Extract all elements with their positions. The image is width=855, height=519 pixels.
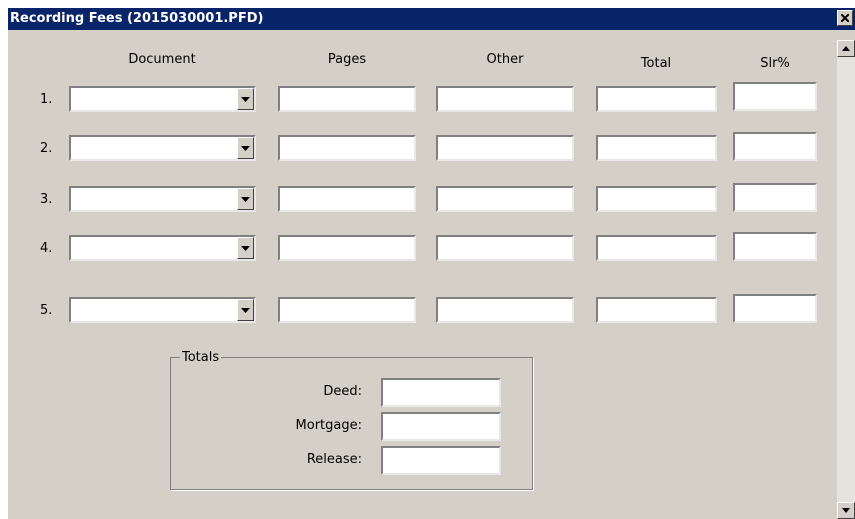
slr-percent-field-3[interactable] (733, 183, 817, 212)
total-field-5[interactable] (596, 297, 717, 323)
slr-percent-field-5[interactable] (733, 294, 817, 323)
column-header-other: Other (486, 52, 524, 67)
document-select-2[interactable] (69, 135, 256, 161)
scroll-up-button[interactable] (837, 40, 855, 57)
total-field-4[interactable] (596, 235, 717, 261)
total-field-1[interactable] (596, 86, 717, 112)
other-field-1[interactable] (436, 86, 574, 112)
arrow-down-icon (842, 508, 850, 513)
scroll-down-button[interactable] (837, 502, 855, 519)
totals-group: Totals Deed: Mortgage: Release: (170, 350, 533, 490)
slr-percent-field-2[interactable] (733, 132, 817, 161)
slr-percent-field-4[interactable] (733, 232, 817, 261)
column-header-slr-percent: Slr% (760, 56, 790, 71)
pages-field-3[interactable] (278, 186, 416, 212)
deed-total-field[interactable] (381, 378, 501, 407)
other-field-2[interactable] (436, 135, 574, 161)
release-label: Release: (306, 452, 362, 467)
slr-percent-field-1[interactable] (733, 82, 817, 111)
dropdown-button[interactable] (237, 137, 254, 159)
pages-field-5[interactable] (278, 297, 416, 323)
recording-fees-window: Recording Fees (2015030001.PFD) Document… (8, 8, 855, 519)
close-button[interactable] (837, 10, 853, 26)
row-number: 4. (40, 241, 53, 256)
chevron-down-icon (241, 97, 250, 102)
column-header-pages: Pages (327, 52, 367, 67)
row-number: 1. (40, 92, 53, 107)
window-title: Recording Fees (2015030001.PFD) (10, 11, 264, 26)
total-field-3[interactable] (596, 186, 717, 212)
chevron-down-icon (241, 308, 250, 313)
other-field-3[interactable] (436, 186, 574, 212)
column-header-document: Document (128, 52, 196, 67)
mortgage-label: Mortgage: (295, 418, 362, 433)
pages-field-2[interactable] (278, 135, 416, 161)
pages-field-4[interactable] (278, 235, 416, 261)
row-number: 5. (40, 303, 53, 318)
pages-field-1[interactable] (278, 86, 416, 112)
release-total-field[interactable] (381, 446, 501, 475)
document-select-3[interactable] (69, 186, 256, 212)
other-field-5[interactable] (436, 297, 574, 323)
totals-legend: Totals (180, 350, 222, 365)
mortgage-total-field[interactable] (381, 412, 501, 441)
chevron-down-icon (241, 197, 250, 202)
close-icon (841, 14, 849, 22)
document-select-4[interactable] (69, 235, 256, 261)
dropdown-button[interactable] (237, 237, 254, 259)
other-field-4[interactable] (436, 235, 574, 261)
dropdown-button[interactable] (237, 299, 254, 321)
row-number: 3. (40, 192, 53, 207)
row-number: 2. (40, 141, 53, 156)
deed-label: Deed: (323, 384, 362, 399)
dropdown-button[interactable] (237, 188, 254, 210)
dropdown-button[interactable] (237, 88, 254, 110)
total-field-2[interactable] (596, 135, 717, 161)
vertical-scrollbar[interactable] (837, 40, 855, 519)
document-select-1[interactable] (69, 86, 256, 112)
title-bar[interactable]: Recording Fees (2015030001.PFD) (8, 8, 855, 30)
document-select-5[interactable] (69, 297, 256, 323)
column-header-total: Total (640, 56, 672, 71)
arrow-up-icon (842, 46, 850, 51)
chevron-down-icon (241, 146, 250, 151)
chevron-down-icon (241, 246, 250, 251)
